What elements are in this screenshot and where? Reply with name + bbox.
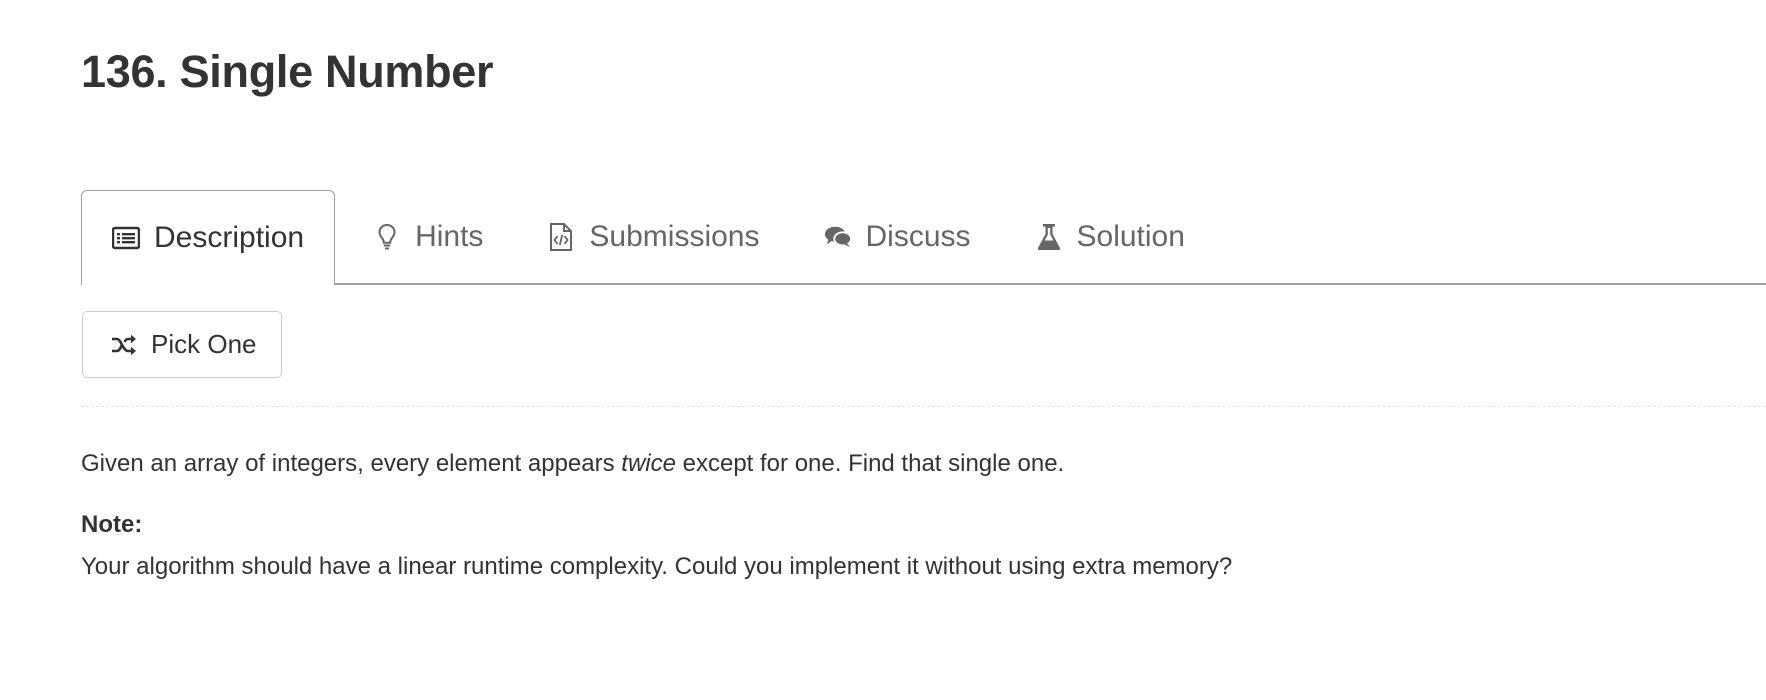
tab-hints[interactable]: Hints bbox=[335, 190, 515, 283]
tab-submissions[interactable]: Submissions bbox=[515, 190, 791, 283]
tab-label: Description bbox=[154, 221, 305, 254]
tab-label: Discuss bbox=[865, 219, 971, 253]
description-emphasis: twice bbox=[621, 450, 676, 477]
comments-icon bbox=[824, 223, 852, 251]
tab-bar: Description Hints Submissions Discuss So… bbox=[81, 190, 1766, 285]
description-text: Given an array of integers, every elemen… bbox=[81, 450, 622, 477]
pick-one-label: Pick One bbox=[151, 329, 257, 359]
tab-label: Submissions bbox=[589, 219, 760, 253]
tab-label: Solution bbox=[1076, 219, 1185, 253]
tab-discuss[interactable]: Discuss bbox=[792, 190, 1003, 283]
lightbulb-icon bbox=[373, 223, 401, 251]
tab-label: Hints bbox=[415, 219, 484, 253]
description-text-end: except for one. Find that single one. bbox=[675, 450, 1065, 477]
tab-description[interactable]: Description bbox=[81, 190, 336, 285]
flask-icon bbox=[1035, 223, 1063, 251]
divider bbox=[81, 406, 1766, 407]
tab-solution[interactable]: Solution bbox=[1003, 190, 1217, 283]
list-icon bbox=[112, 224, 140, 252]
note-text: Your algorithm should have a linear runt… bbox=[81, 553, 1233, 580]
note-label: Note: bbox=[81, 511, 143, 538]
code-file-icon bbox=[547, 222, 575, 251]
pick-one-button[interactable]: Pick One bbox=[82, 311, 282, 378]
page-title: 136. Single Number bbox=[81, 46, 494, 97]
shuffle-icon bbox=[111, 334, 137, 356]
problem-description: Given an array of integers, every elemen… bbox=[81, 448, 1064, 480]
